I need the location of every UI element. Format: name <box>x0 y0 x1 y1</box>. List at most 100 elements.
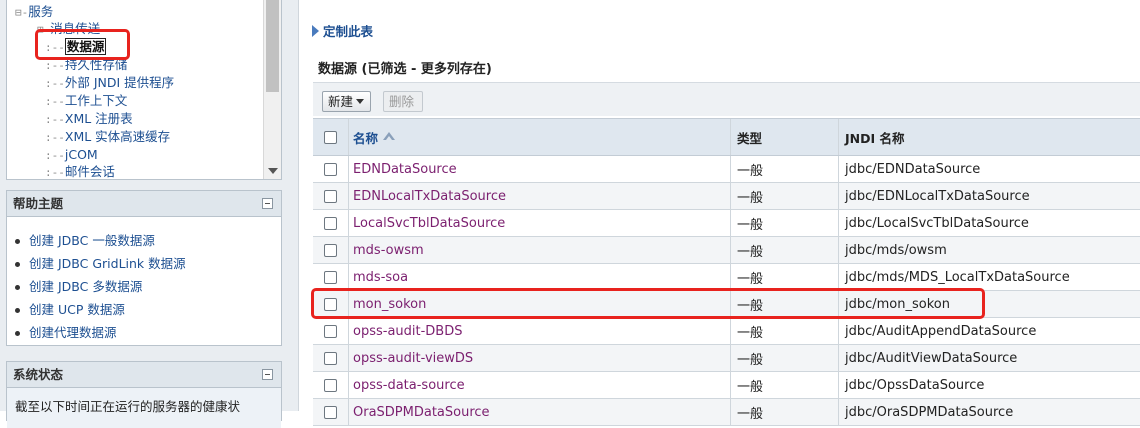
bullet-icon <box>15 239 20 244</box>
help-topics-title: 帮助主题 <box>13 196 64 211</box>
tree-item-label: 持久性存储 <box>64 57 128 72</box>
jndi-cell: jdbc/AuditViewDataSource <box>839 345 1140 371</box>
tree-connector: :-- <box>45 95 65 108</box>
tree-item-mail-sessions[interactable]: :--邮件会话 <box>45 163 115 179</box>
table-row: opss-audit-viewDS 一般 jdbc/AuditViewDataS… <box>313 345 1140 372</box>
row-checkbox[interactable] <box>324 243 337 257</box>
column-header-name[interactable]: 名称 <box>349 119 731 155</box>
row-checkbox[interactable] <box>324 297 337 311</box>
data-source-link[interactable]: mon_sokon <box>353 297 426 312</box>
jndi-cell: jdbc/mon_sokon <box>839 291 1140 317</box>
row-check-cell <box>313 237 349 263</box>
scrollbar-thumb[interactable] <box>266 0 279 92</box>
column-header-jndi-label: JNDI 名称 <box>845 130 905 146</box>
row-checkbox[interactable] <box>324 324 337 338</box>
tree-item-label: XML 注册表 <box>64 111 133 126</box>
data-source-link[interactable]: opss-audit-viewDS <box>353 351 473 366</box>
name-cell: EDNLocalTxDataSource <box>349 183 731 209</box>
jndi-value: jdbc/mon_sokon <box>845 296 950 312</box>
tree-connector: :-- <box>45 166 65 179</box>
data-source-link[interactable]: opss-audit-DBDS <box>353 324 463 339</box>
jndi-cell: jdbc/OraSDPMDataSource <box>839 399 1140 425</box>
domain-structure-tree: ⊟-服务 ⊞-消息传送 :-- 数据源 :--持久性存储 :--外部 JNDI 提… <box>6 0 282 180</box>
type-value: 一般 <box>737 298 764 314</box>
jndi-cell: jdbc/LocalSvcTblDataSource <box>839 210 1140 236</box>
tree-item-label: 工作上下文 <box>64 93 128 108</box>
new-button-label: 新建 <box>328 94 354 109</box>
tree-item-work-contexts[interactable]: :--工作上下文 <box>45 92 127 110</box>
tree-item-xml-entity-caches[interactable]: :--XML 实体高速缓存 <box>45 128 170 146</box>
help-link[interactable]: 创建 JDBC 多数据源 <box>7 275 281 298</box>
row-checkbox[interactable] <box>324 270 337 284</box>
data-source-link[interactable]: mds-owsm <box>353 243 424 258</box>
data-source-link[interactable]: OraSDPMDataSource <box>353 405 490 420</box>
row-checkbox[interactable] <box>324 162 337 176</box>
tree-item-persistent-stores[interactable]: :--持久性存储 <box>45 56 127 74</box>
row-check-cell <box>313 399 349 425</box>
table-row: mds-owsm 一般 jdbc/mds/owsm <box>313 237 1140 264</box>
type-cell: 一般 <box>731 399 839 425</box>
collapse-icon[interactable] <box>262 369 273 380</box>
expand-triangle-icon <box>312 25 319 37</box>
tree-scrollbar[interactable] <box>263 0 281 179</box>
tree-expand-icon[interactable]: ⊞- <box>37 23 50 36</box>
select-all-checkbox[interactable] <box>324 130 337 144</box>
table-toolbar: 新建 删除 <box>313 82 1140 116</box>
tree-item-data-sources[interactable]: :-- 数据源 <box>45 38 107 56</box>
row-checkbox[interactable] <box>324 378 337 392</box>
row-check-cell <box>313 264 349 290</box>
system-status-text: 截至以下时间正在运行的服务器的健康状 <box>7 388 281 428</box>
tree-item-jcom[interactable]: :--jCOM <box>45 146 98 164</box>
collapse-icon[interactable] <box>262 198 273 209</box>
row-checkbox[interactable] <box>324 216 337 230</box>
help-link[interactable]: 创建代理数据源 <box>7 321 281 344</box>
tree-item-label: 服务 <box>28 4 54 19</box>
customize-table-link[interactable]: 定制此表 <box>312 23 373 41</box>
data-source-link[interactable]: opss-data-source <box>353 378 465 393</box>
scroll-down-arrow-icon[interactable] <box>268 168 278 174</box>
help-link[interactable]: 创建 JDBC 一般数据源 <box>7 229 281 252</box>
tree-item-foreign-jndi[interactable]: :--外部 JNDI 提供程序 <box>45 74 174 92</box>
help-link-label: 创建 JDBC 多数据源 <box>29 279 143 294</box>
row-checkbox[interactable] <box>324 351 337 365</box>
type-value: 一般 <box>737 163 764 179</box>
data-source-link[interactable]: EDNDataSource <box>353 162 457 177</box>
tree-item-messaging[interactable]: ⊞-消息传送 <box>37 20 100 38</box>
tree-connector: :-- <box>45 41 65 54</box>
help-link-label: 创建 JDBC GridLink 数据源 <box>29 256 186 271</box>
new-button[interactable]: 新建 <box>322 91 371 112</box>
delete-button: 删除 <box>383 91 423 112</box>
jndi-cell: jdbc/mds/owsm <box>839 237 1140 263</box>
name-cell: opss-audit-viewDS <box>349 345 731 371</box>
row-check-cell <box>313 291 349 317</box>
type-value: 一般 <box>737 244 764 260</box>
tree-collapse-icon[interactable]: ⊟- <box>15 6 28 19</box>
tree-content: ⊟-服务 ⊞-消息传送 :-- 数据源 :--持久性存储 :--外部 JNDI 提… <box>11 0 263 179</box>
jndi-cell: jdbc/AuditAppendDataSource <box>839 318 1140 344</box>
data-source-link[interactable]: mds-soa <box>353 270 408 285</box>
name-cell: LocalSvcTblDataSource <box>349 210 731 236</box>
tree-connector: :-- <box>45 59 65 72</box>
tree-item-xml-registries[interactable]: :--XML 注册表 <box>45 110 133 128</box>
table-row: opss-data-source 一般 jdbc/OpssDataSource <box>313 372 1140 399</box>
name-cell: opss-audit-DBDS <box>349 318 731 344</box>
column-header-jndi[interactable]: JNDI 名称 <box>839 119 1140 155</box>
table-title: 数据源 (已筛选 - 更多列存在) <box>318 62 492 77</box>
bullet-icon <box>15 308 20 313</box>
data-source-link[interactable]: LocalSvcTblDataSource <box>353 216 505 231</box>
tree-item-label: 数据源 <box>64 38 107 55</box>
row-checkbox[interactable] <box>324 405 337 419</box>
tree-connector: :-- <box>45 131 65 144</box>
type-value: 一般 <box>737 352 764 368</box>
tree-connector: :-- <box>45 113 65 126</box>
help-link[interactable]: 创建 UCP 数据源 <box>7 298 281 321</box>
type-cell: 一般 <box>731 291 839 317</box>
sort-ascending-icon[interactable] <box>382 132 396 142</box>
help-link[interactable]: 创建 JDBC GridLink 数据源 <box>7 252 281 275</box>
row-checkbox[interactable] <box>324 189 337 203</box>
column-header-type[interactable]: 类型 <box>731 119 839 155</box>
jndi-value: jdbc/mds/owsm <box>845 242 947 258</box>
tree-item-services[interactable]: ⊟-服务 <box>15 3 53 21</box>
select-all-cell <box>313 119 349 155</box>
data-source-link[interactable]: EDNLocalTxDataSource <box>353 189 506 204</box>
